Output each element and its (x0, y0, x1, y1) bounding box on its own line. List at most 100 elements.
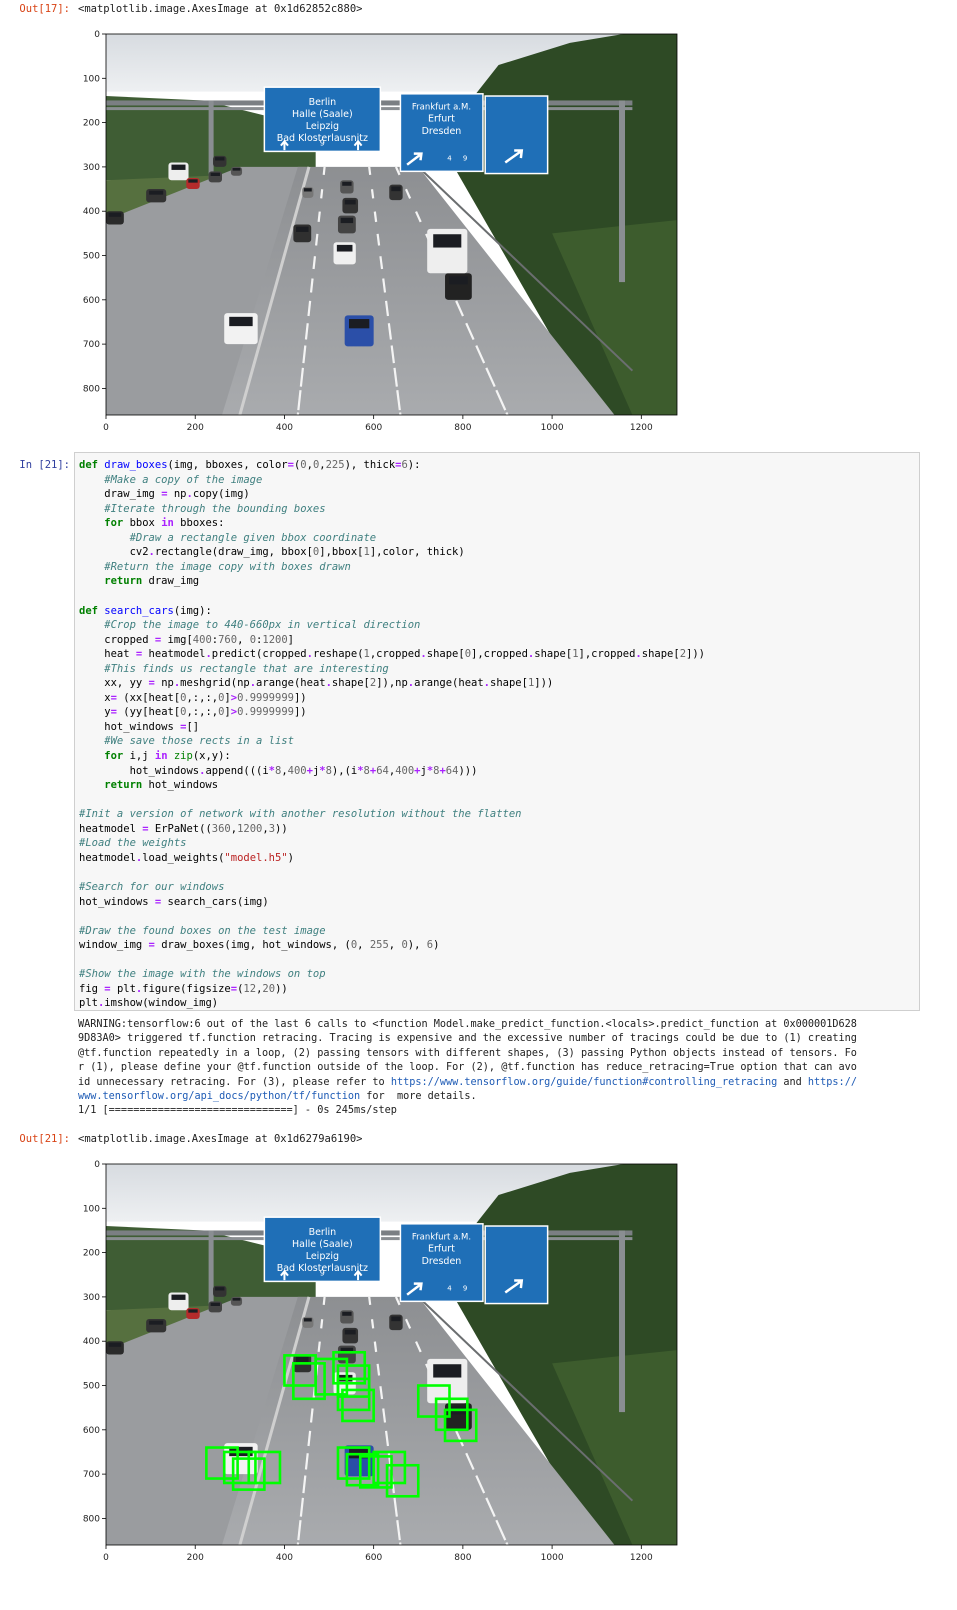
car-window (188, 1309, 198, 1313)
stderr-line: id unnecessary retracing. For (3), pleas… (78, 1076, 918, 1090)
y-tick: 100 (83, 74, 106, 84)
code-token: plt (110, 982, 136, 995)
code-token: y (79, 706, 111, 719)
code-token: hot_windows (79, 764, 200, 777)
code-token: (x,y): (192, 750, 231, 762)
sign-text: Berlin (309, 97, 337, 108)
y-tick-label: 0 (94, 30, 100, 40)
code-token: arange(heat (414, 677, 484, 690)
car-window (433, 1364, 462, 1378)
code-token: 760 (218, 633, 238, 646)
retracing-link[interactable]: https://www.tensorflow.org/guide/functio… (391, 1077, 777, 1088)
code-token: 400 (395, 764, 415, 777)
stderr-line: www.tensorflow.org/api_docs/python/tf/fu… (78, 1090, 918, 1104)
code-token: draw_boxes (104, 459, 168, 471)
stderr-line: @tf.function repeatedly in a loop, (2) p… (78, 1047, 857, 1059)
code-token: x (79, 691, 111, 704)
y-tick: 400 (83, 1337, 106, 1347)
stderr-line: WARNING:tensorflow:6 out of the last 6 c… (78, 1019, 857, 1030)
code-token: shape[ (641, 648, 680, 661)
out21-prompt: Out[21]: (19, 1133, 70, 1145)
car-window (149, 190, 164, 195)
car-window (342, 1311, 352, 1316)
y-tick-label: 700 (83, 340, 100, 350)
sign-number: 4 (447, 1285, 452, 1293)
code-token: cropped (79, 633, 155, 646)
y-tick: 0 (94, 1160, 106, 1170)
code-token: load_weights( (142, 851, 225, 864)
car-window (171, 1294, 186, 1300)
tf-function-link[interactable]: https:// (808, 1077, 857, 1088)
y-tick-label: 200 (83, 1249, 100, 1259)
x-tick-label: 200 (187, 423, 204, 433)
code-line: return draw_img (79, 574, 199, 588)
y-tick-label: 300 (83, 1293, 100, 1303)
code-line: heat = heatmodel.predict(cropped.reshape… (79, 647, 705, 661)
code-token: def (79, 604, 105, 617)
code-token: #We save those rects in a list (79, 735, 294, 748)
x-tick-label: 1000 (541, 423, 564, 433)
y-tick-label: 300 (83, 163, 100, 173)
code-token: ,cropped (369, 648, 421, 661)
code-token: ,:,:, (186, 691, 219, 704)
lane-dash (505, 412, 509, 415)
y-tick: 300 (83, 1293, 106, 1303)
sign-number: 4 (447, 155, 452, 163)
stderr-text: and (777, 1076, 808, 1088)
code-token: arange(heat (256, 677, 326, 690)
code-token: [] (186, 720, 200, 733)
code-line: #Search for our windows (79, 880, 224, 894)
code-token: , (237, 633, 250, 646)
code-token: shape[ (426, 648, 465, 661)
lane-dash (296, 412, 300, 415)
code-token: cv2 (79, 546, 149, 559)
code-token: ),(i (331, 764, 358, 777)
tf-function-link-cont[interactable]: www.tensorflow.org/api_docs/python/tf/fu… (78, 1091, 360, 1102)
code-token: #Crop the image to 440-660px in vertical… (79, 619, 421, 632)
x-tick: 0 (103, 415, 109, 433)
y-tick: 100 (83, 1204, 106, 1214)
car-window (344, 1329, 356, 1335)
lane-dash (376, 233, 381, 246)
y-tick-label: 0 (94, 1160, 100, 1170)
lane-dash (505, 1542, 509, 1545)
code-token: figure(figsize (142, 982, 231, 995)
x-tick-label: 600 (365, 423, 382, 433)
lane-dash (309, 1408, 314, 1423)
sign-text: Dresden (422, 1256, 462, 1267)
code-token: ]),np (376, 677, 408, 690)
code-line: #Init a version of network with another … (79, 807, 522, 821)
code-token: #Init a version of network with another … (79, 808, 522, 821)
code-line: draw_img = np.copy(img) (79, 487, 249, 501)
code-token: #Make a copy of the image (79, 473, 263, 486)
car-window (232, 1297, 241, 1301)
code-token: in (154, 750, 168, 762)
y-tick: 700 (83, 340, 106, 350)
code-cell[interactable]: def draw_boxes(img, bboxes, color=(0,0,2… (74, 452, 920, 1011)
lane-dash (399, 1542, 402, 1545)
code-line: def search_cars(img): (79, 604, 212, 618)
x-tick-label: 0 (103, 1553, 109, 1563)
code-token: search_cars(img) (161, 895, 269, 908)
car-window (215, 157, 225, 161)
x-tick-label: 0 (103, 423, 109, 433)
code-token: ],cropped (471, 648, 528, 661)
lane-dash (309, 278, 314, 293)
figure-1: Berlin Halle (Saale) Leipzig Bad Klosterlau… (0, 24, 700, 434)
code-line: hot_windows.append(((i*8,400+j*8),(i*8+6… (79, 764, 478, 778)
y-tick: 500 (83, 252, 106, 262)
car-window (344, 199, 356, 205)
y-tick-label: 800 (83, 384, 100, 394)
code-token: , (357, 939, 370, 952)
y-tick: 200 (83, 1249, 106, 1259)
code-token: in (161, 517, 174, 530)
code-token: return (79, 779, 143, 792)
code-token: , (388, 939, 402, 952)
code-token: heatmodel (142, 648, 206, 661)
car-window (336, 244, 353, 252)
lane-dash (296, 1542, 300, 1545)
y-tick: 800 (83, 384, 106, 394)
code-token: img[ (161, 633, 193, 646)
x-tick-label: 600 (365, 1553, 382, 1563)
gantry-post (619, 100, 626, 283)
